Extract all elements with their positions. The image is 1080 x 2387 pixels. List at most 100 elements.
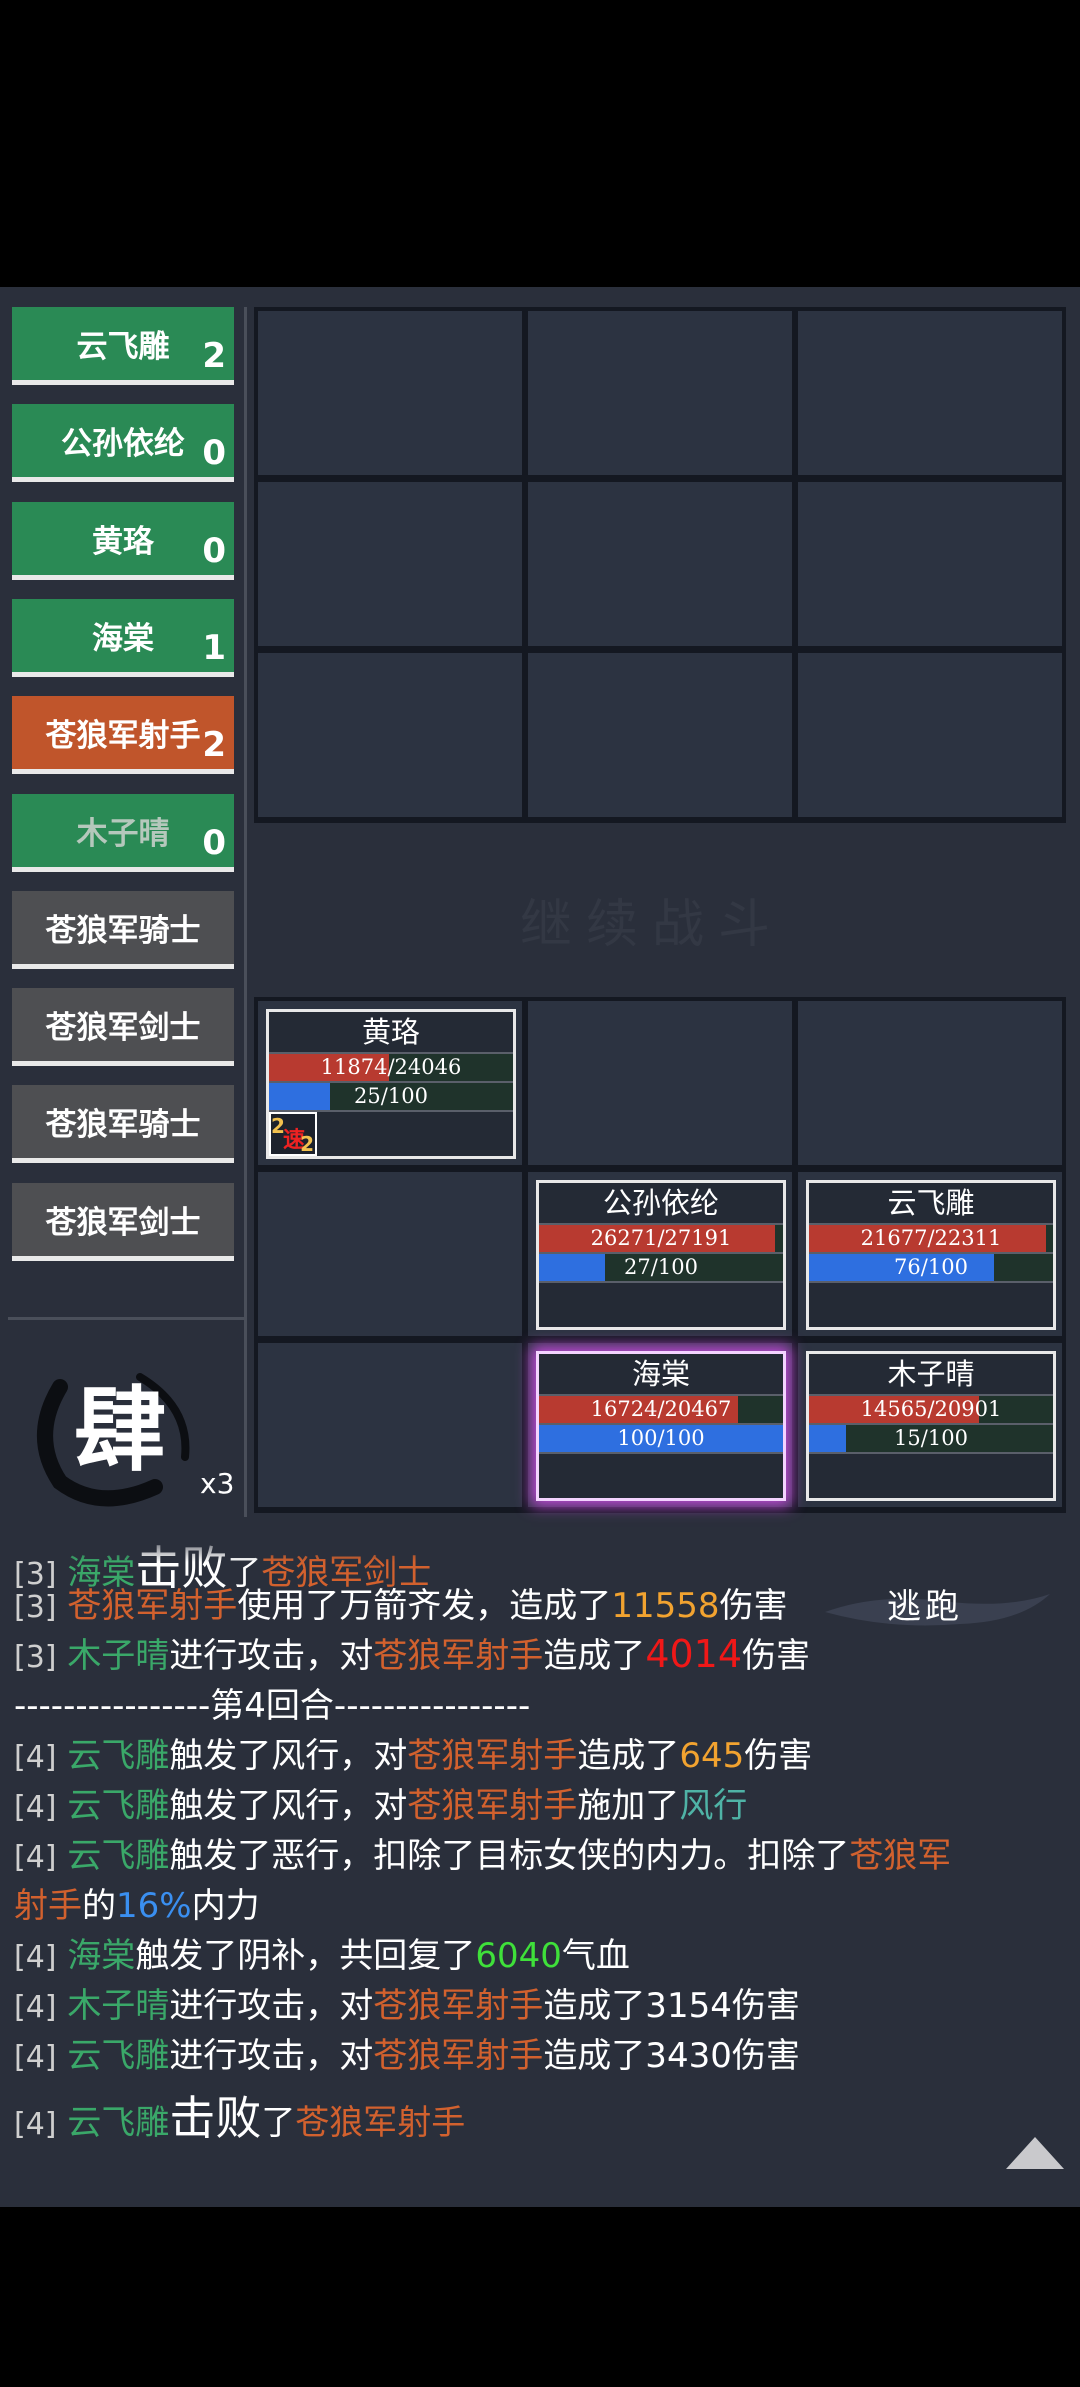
turn-item-name: 木子晴: [76, 815, 170, 852]
log-segment: 风行: [679, 1786, 748, 1826]
log-segment: [4]: [14, 1740, 57, 1775]
hp-text: 11874/24046: [320, 1055, 462, 1079]
round-seal-icon: 肆: [37, 1373, 190, 1507]
log-line: [3] 木子晴进行攻击，对苍狼军射手造成了4014伤害: [14, 1628, 810, 1677]
continue-battle-text[interactable]: 继续战斗: [520, 882, 784, 957]
turn-item-name: 苍狼军骑士: [45, 912, 201, 949]
log-segment: 伤害: [742, 1636, 811, 1676]
turn-item[interactable]: 苍狼军骑士: [12, 1085, 234, 1164]
turn-item-count: 1: [202, 627, 226, 668]
log-segment: 苍狼军射手: [373, 1636, 544, 1676]
unit-card-gongsun[interactable]: 公孙依纶 26271/27191 27/100: [536, 1180, 786, 1330]
log-segment: 触发了风行，对: [169, 1786, 408, 1826]
log-segment: [4]: [14, 1940, 57, 1975]
log-line: [4] 海棠触发了阴补，共回复了6040气血: [14, 1928, 630, 1977]
log-top-fade: [0, 1532, 1080, 1562]
hp-text: 26271/27191: [590, 1226, 732, 1250]
log-segment: 进行攻击，对: [169, 1636, 374, 1676]
log-line-continued: 射手的16%内力: [14, 1878, 260, 1927]
unit-name: 公孙依纶: [539, 1183, 783, 1225]
turn-item[interactable]: 苍狼军剑士: [12, 1182, 234, 1261]
hp-bar: 11874/24046: [269, 1054, 513, 1083]
log-segment: [3]: [14, 1590, 57, 1625]
unit-name: 黄珞: [269, 1012, 513, 1054]
log-segment: 了: [261, 2103, 296, 2143]
hp-bar: 21677/22311: [809, 1225, 1053, 1254]
turn-item-name: 云飞雕: [76, 329, 170, 365]
ally-grid-cell[interactable]: [526, 999, 794, 1167]
log-segment: 的: [82, 1886, 116, 1926]
turn-item[interactable]: 云飞雕 2: [12, 307, 234, 385]
log-line: [4] 云飞雕触发了风行，对苍狼军射手施加了风行: [14, 1778, 747, 1827]
log-segment: 伤害: [719, 1586, 788, 1626]
mp-text: 27/100: [624, 1255, 698, 1279]
log-segment: 苍狼军射手: [373, 2036, 544, 2076]
unit-card-muziqing[interactable]: 木子晴 14565/20901 15/100: [806, 1351, 1056, 1501]
turn-item-count: 2: [202, 725, 226, 766]
log-segment: 4014: [645, 1632, 743, 1676]
log-segment: [4]: [14, 2107, 57, 2142]
flee-button[interactable]: 逃跑: [860, 1579, 990, 1635]
turn-item[interactable]: 公孙依纶 0: [12, 404, 234, 483]
turn-item-name: 苍狼军射手: [45, 718, 201, 755]
log-segment: 气血: [561, 1936, 630, 1976]
log-segment: 11558: [611, 1586, 720, 1626]
log-segment: 触发了恶行，扣除了目标女侠的内力。扣除了: [169, 1836, 850, 1876]
turn-item[interactable]: 黄珞 0: [12, 501, 234, 580]
speed-multiplier[interactable]: x3: [200, 1467, 234, 1500]
log-segment: 进行攻击，对: [169, 2036, 374, 2076]
log-segment: [3]: [14, 1640, 57, 1675]
enemy-grid-cell[interactable]: [796, 309, 1064, 477]
log-round-divider: ----------------第4回合----------------: [14, 1678, 530, 1727]
turn-item[interactable]: 苍狼军剑士: [12, 988, 234, 1067]
turn-item-count: 0: [202, 530, 226, 571]
mp-text: 100/100: [617, 1426, 705, 1450]
unit-name: 海棠: [539, 1354, 783, 1396]
log-segment: 苍狼军: [849, 1836, 952, 1876]
ally-grid-cell[interactable]: [256, 1341, 524, 1509]
log-segment: [4]: [14, 1840, 57, 1875]
enemy-grid-cell[interactable]: [796, 651, 1064, 819]
ally-grid-cell[interactable]: [796, 999, 1064, 1167]
enemy-grid-cell[interactable]: [256, 480, 524, 648]
speed-buff-icon[interactable]: 2 速 2: [269, 1112, 317, 1156]
log-segment: 云飞雕: [67, 2036, 170, 2076]
hp-text: 16724/20467: [590, 1397, 732, 1421]
log-segment: 16%: [116, 1886, 192, 1926]
turn-item[interactable]: 木子晴 0: [12, 793, 234, 872]
ally-grid-cell[interactable]: [256, 1170, 524, 1338]
turn-item-name: 公孙依纶: [61, 426, 185, 463]
log-segment: 施加了: [577, 1786, 680, 1826]
turn-item[interactable]: 苍狼军骑士: [12, 890, 234, 969]
unit-name: 木子晴: [809, 1354, 1053, 1396]
log-line: [4] 云飞雕进行攻击，对苍狼军射手造成了3430伤害: [14, 2028, 800, 2077]
enemy-grid-cell[interactable]: [256, 309, 524, 477]
enemy-grid-cell[interactable]: [796, 480, 1064, 648]
log-segment: 射手: [14, 1886, 82, 1926]
log-line: [4] 云飞雕击败了苍狼军射手: [14, 2082, 465, 2148]
enemy-grid-cell[interactable]: [526, 480, 794, 648]
enemy-grid-cell[interactable]: [526, 651, 794, 819]
turn-item-count: 0: [202, 822, 226, 863]
unit-card-huangluo[interactable]: 黄珞 11874/24046 25/100 2 速 2: [266, 1009, 516, 1159]
turn-item-name: 苍狼军骑士: [45, 1107, 201, 1144]
turn-item[interactable]: 海棠 1: [12, 598, 234, 677]
scroll-up-icon[interactable]: [1004, 2135, 1066, 2171]
log-segment: 进行攻击，对: [169, 1986, 374, 2026]
unit-card-haitang[interactable]: 海棠 16724/20467 100/100: [536, 1351, 786, 1501]
unit-name: 云飞雕: [809, 1183, 1053, 1225]
log-segment: 木子晴: [67, 1636, 170, 1676]
sidebar-vertical-divider: [244, 307, 247, 1517]
log-segment: 6040: [475, 1936, 562, 1976]
enemy-grid-cell[interactable]: [526, 309, 794, 477]
mp-text: 15/100: [894, 1426, 968, 1450]
log-segment: [4]: [14, 1790, 57, 1825]
hp-bar: 26271/27191: [539, 1225, 783, 1254]
turn-item[interactable]: 苍狼军射手 2: [12, 696, 234, 775]
log-segment: 内力: [191, 1886, 260, 1926]
enemy-grid-cell[interactable]: [256, 651, 524, 819]
hp-text: 21677/22311: [860, 1226, 1002, 1250]
log-segment: 木子晴: [67, 1986, 170, 2026]
log-line: [4] 云飞雕触发了恶行，扣除了目标女侠的内力。扣除了苍狼军: [14, 1828, 951, 1877]
unit-card-yunfeidiao[interactable]: 云飞雕 21677/22311 76/100: [806, 1180, 1056, 1330]
